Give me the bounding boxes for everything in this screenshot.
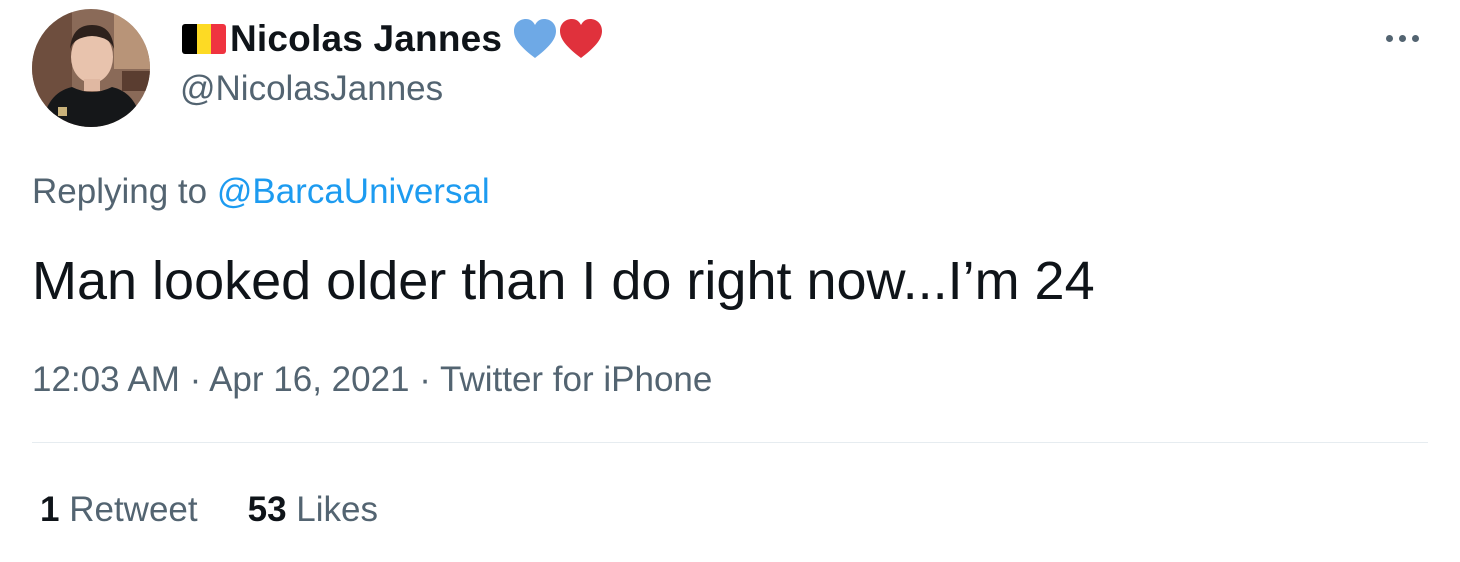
belgium-flag-icon — [182, 24, 226, 54]
retweets-label: Retweet — [69, 490, 198, 529]
tweet-source[interactable]: Twitter for iPhone — [440, 360, 712, 399]
tweet-text: Man looked older than I do right now...I… — [32, 251, 1095, 311]
tweet-card: Nicolas Jannes @NicolasJannes Replying t… — [0, 0, 1460, 562]
replying-to: Replying to @BarcaUniversal — [32, 168, 490, 216]
retweets-stat[interactable]: 1 Retweet — [40, 486, 198, 534]
author-handle[interactable]: @NicolasJannes — [180, 66, 443, 112]
engagement-stats: 1 Retweet 53 Likes — [40, 486, 428, 534]
profile-photo-icon — [32, 9, 150, 127]
ellipsis-icon[interactable] — [1372, 22, 1432, 54]
likes-count: 53 — [247, 490, 287, 529]
tweet-meta: 12:03 AM · Apr 16, 2021 · Twitter for iP… — [32, 356, 712, 404]
meta-separator: · — [419, 360, 431, 399]
likes-stat[interactable]: 53 Likes — [248, 486, 378, 534]
display-name[interactable]: Nicolas Jannes — [230, 14, 502, 64]
replying-to-label: Replying to — [32, 172, 208, 211]
tweet-time[interactable]: 12:03 AM — [32, 360, 180, 399]
heart-emojis — [512, 18, 604, 60]
meta-separator: · — [189, 360, 202, 399]
author-name-row[interactable]: Nicolas Jannes — [182, 14, 604, 64]
divider — [32, 442, 1428, 443]
blue-heart-icon — [514, 19, 557, 58]
avatar[interactable] — [32, 9, 150, 127]
retweets-count: 1 — [40, 490, 60, 529]
reply-mention-link[interactable]: @BarcaUniversal — [217, 172, 490, 211]
red-heart-icon — [560, 19, 603, 58]
likes-label: Likes — [296, 490, 378, 529]
tweet-date[interactable]: Apr 16, 2021 — [209, 360, 409, 399]
